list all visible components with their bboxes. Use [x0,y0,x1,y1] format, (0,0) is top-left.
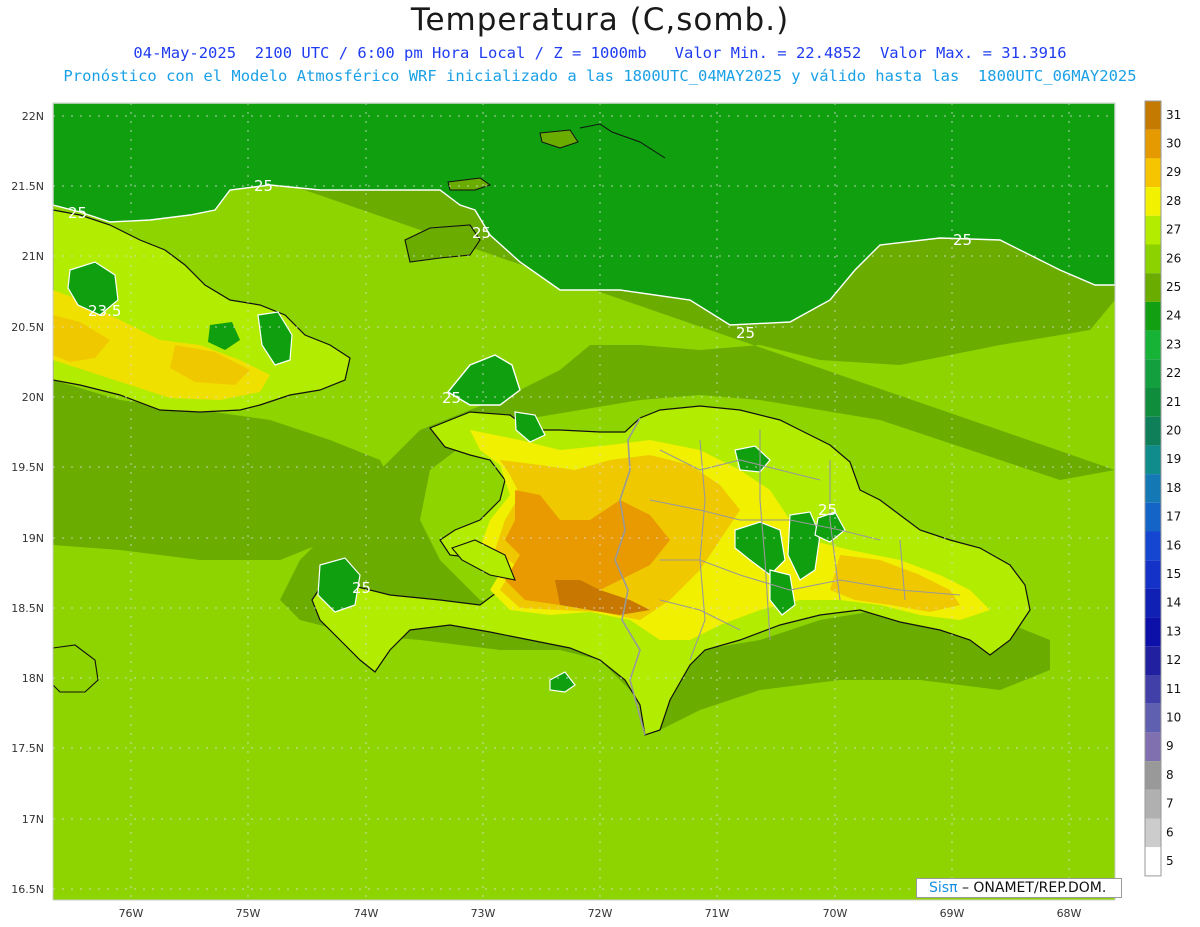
colorbar-swatch [1145,215,1161,245]
colorbar-label: 9 [1166,739,1174,753]
colorbar-label: 18 [1166,481,1181,495]
colorbar-label: 7 [1166,797,1174,811]
colorbar-swatch [1145,531,1161,561]
longitude-axis: 76W 75W 74W 73W 72W 71W 70W 69W 68W [119,907,1082,920]
contour-label: 25 [818,501,837,519]
colorbar-label: 22 [1166,366,1181,380]
contour-label: 25 [736,324,755,342]
lat-label: 21N [22,250,44,263]
lat-label: 17.5N [11,742,44,755]
lon-label: 70W [823,907,848,920]
lat-label: 19.5N [11,461,44,474]
lat-label: 18N [22,672,44,685]
credit-box: Sisπ – ONAMET/REP.DOM. [916,878,1122,898]
colorbar-label: 25 [1166,280,1181,294]
lat-label: 16.5N [11,883,44,896]
lat-label: 19N [22,532,44,545]
colorbar-label: 21 [1166,395,1181,409]
colorbar-swatch [1145,789,1161,819]
contour-label: 25 [442,389,461,407]
colorbar-swatch [1145,474,1161,503]
lon-label: 72W [588,907,613,920]
colorbar-label: 23 [1166,337,1181,351]
credit-brand: Sisπ [929,880,958,896]
latitude-axis: 22N 21.5N 21N 20.5N 20N 19.5N 19N 18.5N … [11,110,44,896]
contour-label: 23.5 [88,302,121,320]
lat-label: 17N [22,813,44,826]
credit-text: – ONAMET/REP.DOM. [957,880,1107,896]
colorbar-swatch [1145,330,1161,360]
color-scale-bar: 31 30 29 28 27 26 25 24 23 22 21 20 19 18 17 16 15 14 13 12… [1144,100,1181,877]
lon-label: 68W [1057,907,1082,920]
lon-label: 69W [940,907,965,920]
lon-label: 73W [471,907,496,920]
lat-label: 21.5N [11,180,44,193]
contour-label: 25 [68,204,87,222]
colorbar-label: 31 [1166,108,1181,122]
colorbar-label: 24 [1166,309,1181,323]
colorbar-swatch [1145,818,1161,848]
map-field: 25 25 25 25 25 25 25 25 23.5 [53,103,1115,900]
colorbar-swatch [1145,416,1161,446]
colorbar-label: 28 [1166,194,1181,208]
lat-label: 20.5N [11,321,44,334]
colorbar-swatch [1145,158,1161,188]
lat-label: 22N [22,110,44,123]
colorbar-swatch [1145,675,1161,704]
colorbar-swatch [1145,703,1161,733]
colorbar-label: 20 [1166,424,1181,438]
colorbar-label: 8 [1166,768,1174,782]
colorbar-swatch [1145,646,1161,675]
colorbar-swatch [1145,445,1161,475]
colorbar-swatch [1145,273,1161,302]
colorbar-swatch [1145,101,1161,130]
colorbar-label: 26 [1166,251,1181,265]
colorbar-swatch [1145,588,1161,618]
lon-label: 74W [354,907,379,920]
colorbar-label: 17 [1166,510,1181,524]
colorbar-label: 11 [1166,682,1181,696]
lon-label: 76W [119,907,144,920]
colorbar-swatch [1145,847,1161,876]
colorbar-swatch [1145,761,1161,790]
colorbar-label: 27 [1166,223,1181,237]
colorbar-swatch [1145,244,1161,274]
lat-label: 20N [22,391,44,404]
colorbar-swatch [1145,187,1161,216]
contour-label: 25 [254,177,273,195]
colorbar-label: 14 [1166,596,1181,610]
colorbar-swatch [1145,617,1161,647]
contour-label: 25 [953,231,972,249]
colorbar-label: 19 [1166,452,1181,466]
colorbar-label: 12 [1166,653,1181,667]
colorbar-label: 16 [1166,538,1181,552]
colorbar-label: 10 [1166,711,1181,725]
lon-label: 71W [705,907,730,920]
colorbar-label: 5 [1166,854,1174,868]
colorbar-label: 6 [1166,825,1174,839]
contour-label: 25 [352,579,371,597]
temperature-map: 25 25 25 25 25 25 25 25 23.5 22N 21.5N 2… [11,100,1181,920]
colorbar-swatch [1145,732,1161,762]
colorbar-label: 30 [1166,137,1181,151]
colorbar-swatch [1145,502,1161,532]
colorbar-swatch [1145,388,1161,417]
colorbar-swatch [1145,301,1161,331]
lat-label: 18.5N [11,602,44,615]
colorbar-swatch [1145,560,1161,589]
colorbar-swatch [1145,129,1161,159]
colorbar-swatch [1145,359,1161,388]
colorbar-label: 13 [1166,624,1181,638]
colorbar-label: 15 [1166,567,1181,581]
contour-label: 25 [472,224,491,242]
colorbar-label: 29 [1166,165,1181,179]
lon-label: 75W [236,907,261,920]
